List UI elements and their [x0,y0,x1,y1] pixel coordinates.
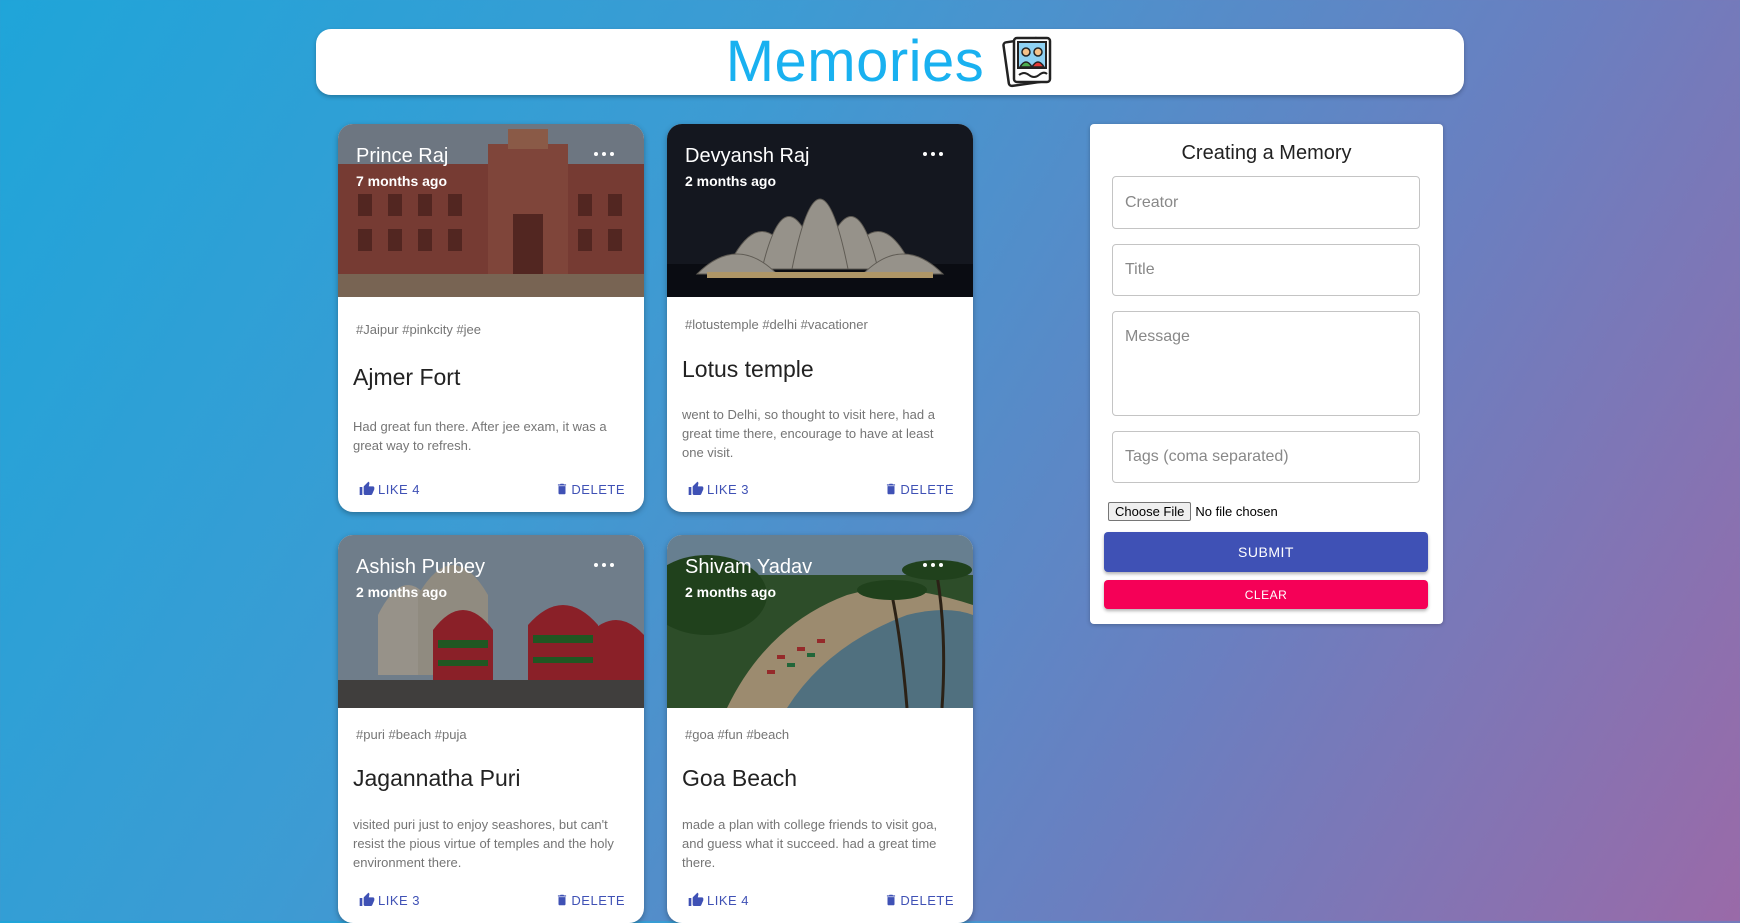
post-tags: #lotustemple #delhi #vacationer [685,317,868,332]
like-label: LIKE 3 [707,481,750,497]
app-bar: Memories [316,29,1464,95]
delete-label: DELETE [571,481,625,497]
thumb-up-icon [359,892,375,906]
like-label: LIKE 4 [707,892,750,908]
thumb-up-icon [688,892,704,906]
delete-label: DELETE [900,892,954,908]
memory-form: Creating a Memory Choose File No file ch… [1090,124,1443,624]
delete-label: DELETE [900,481,954,497]
post-message: made a plan with college friends to visi… [682,817,938,870]
post-time: 7 months ago [356,173,448,189]
post-title: Jagannatha Puri [353,765,521,791]
more-options-icon[interactable] [923,149,943,159]
post-tags: #goa #fun #beach [685,727,790,742]
trash-icon [887,894,896,906]
post-time: 2 months ago [356,584,448,600]
post-card: Ashish Purbey 2 months ago #puri #beach … [338,535,644,923]
delete-button[interactable]: DELETE [555,474,625,504]
tags-field [1112,431,1420,483]
file-picker: Choose File No file chosen [1108,502,1278,521]
app-title: Memories [725,29,985,94]
like-button[interactable]: LIKE 4 [687,885,749,915]
more-options-icon[interactable] [594,149,614,159]
post-title: Ajmer Fort [353,364,461,390]
message-input[interactable] [1113,312,1419,415]
post-time: 2 months ago [685,584,777,600]
thumb-up-icon [688,481,704,495]
more-options-icon[interactable] [594,560,614,570]
thumb-up-icon [359,481,375,495]
form-title: Creating a Memory [1181,142,1352,164]
delete-label: DELETE [571,892,625,908]
tags-input[interactable] [1113,432,1419,482]
post-card: Shivam Yadav 2 months ago #goa #fun #bea… [667,535,973,923]
choose-file-button[interactable]: Choose File [1108,502,1192,521]
title-input[interactable] [1113,245,1419,295]
like-label: LIKE 3 [378,892,421,908]
post-time: 2 months ago [685,173,777,189]
post-creator: Ashish Purbey [356,556,485,578]
trash-icon [887,483,896,495]
like-label: LIKE 4 [378,481,421,497]
memories-photo-icon [1002,36,1052,88]
post-tags: #Jaipur #pinkcity #jee [356,322,482,337]
delete-button[interactable]: DELETE [555,885,625,915]
submit-button[interactable]: SUBMIT [1104,532,1428,572]
post-card: Prince Raj 7 months ago #Jaipur #pinkcit… [338,124,644,512]
trash-icon [558,483,567,495]
post-title: Lotus temple [682,356,814,382]
like-button[interactable]: LIKE 4 [358,474,420,504]
post-message: Had great fun there. After jee exam, it … [353,419,607,453]
post-title: Goa Beach [682,765,798,791]
delete-button[interactable]: DELETE [884,474,954,504]
like-button[interactable]: LIKE 3 [687,474,749,504]
more-options-icon[interactable] [923,560,943,570]
title-field [1112,244,1420,296]
post-creator: Devyansh Raj [685,145,810,167]
message-field [1112,311,1420,416]
delete-button[interactable]: DELETE [884,885,954,915]
trash-icon [558,894,567,906]
post-message: went to Delhi, so thought to visit here,… [682,407,935,460]
like-button[interactable]: LIKE 3 [358,885,420,915]
post-creator: Shivam Yadav [685,556,813,578]
post-message: visited puri just to enjoy seashores, bu… [353,817,614,870]
post-tags: #puri #beach #puja [356,727,467,742]
creator-input[interactable] [1113,177,1419,228]
post-creator: Prince Raj [356,145,449,167]
creator-field [1112,176,1420,229]
post-card: Devyansh Raj 2 months ago #lotustemple #… [667,124,973,512]
clear-button[interactable]: CLEAR [1104,580,1428,609]
file-status: No file chosen [1195,504,1278,519]
